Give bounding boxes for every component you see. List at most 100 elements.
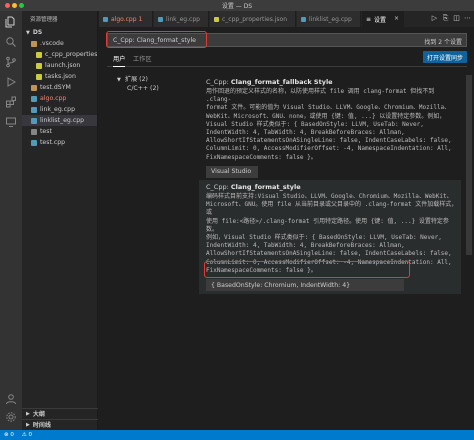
toc-extensions[interactable]: ▼ 扩展 (2): [117, 74, 148, 83]
setting-name: Clang_format_fallback Style: [230, 78, 333, 86]
file-tree-item[interactable]: c_cpp_properties.json: [22, 49, 97, 60]
account-icon[interactable]: [3, 391, 19, 407]
file-tree-label: test.cpp: [40, 139, 66, 146]
setting-title: C_Cpp: Clang_format_fallback Style: [206, 78, 458, 86]
cpp-file-icon: [103, 16, 108, 22]
settings-scope-bar: 用户 工作区 打开设置同步: [107, 51, 467, 67]
file-tree-item[interactable]: algo.cpp: [22, 93, 97, 104]
setting-name: Clang_format_style: [230, 183, 301, 191]
workspace-folder[interactable]: ▼ DS: [22, 27, 97, 38]
file-file-icon: [31, 128, 37, 135]
json-file-icon: [36, 51, 42, 58]
file-tree-label: test: [40, 128, 52, 135]
fallback-style-input[interactable]: Visual Studio: [206, 165, 258, 178]
tab-settings[interactable]: ≡ 设置 ×: [362, 11, 404, 27]
editor-tab-bar: algo.cpp 1 link_eg.cpp c_cpp_properties.…: [99, 11, 474, 27]
cpp-file-icon: [31, 117, 37, 124]
cpp-file-icon: [31, 139, 37, 146]
errors-status[interactable]: ⊗ 0: [4, 432, 14, 438]
cpp-file-icon: [301, 16, 306, 22]
toc-cpp[interactable]: C/C++ (2): [127, 85, 159, 92]
files-icon[interactable]: [3, 14, 19, 30]
split-editor-icon[interactable]: ◫: [453, 14, 460, 23]
close-tab-icon[interactable]: ×: [394, 15, 399, 22]
warnings-status[interactable]: ⚠ 0: [22, 432, 32, 438]
chevron-right-icon: ▶: [26, 421, 30, 428]
file-tree-label: .vscode: [40, 40, 64, 47]
activity-bar: [0, 11, 22, 430]
search-icon[interactable]: [3, 34, 19, 50]
explorer-header: 资源管理器: [30, 17, 58, 23]
file-tree-label: tasks.json: [45, 73, 76, 80]
run-debug-icon[interactable]: [3, 74, 19, 90]
file-tree-item[interactable]: test: [22, 126, 97, 137]
file-tree-label: test.dSYM: [40, 84, 71, 91]
cpp-file-icon: [31, 95, 37, 102]
file-tree-item[interactable]: link_eg.cpp: [22, 104, 97, 115]
manage-gear-icon[interactable]: [3, 409, 19, 425]
search-highlight-box: [106, 31, 207, 48]
chevron-down-icon: ▼: [117, 77, 121, 83]
source-control-icon[interactable]: [3, 54, 19, 70]
setting-clang-format-fallback-style: C_Cpp: Clang_format_fallback Style 用作回退的…: [199, 75, 461, 181]
tab-label: link_eg.cpp: [166, 15, 200, 23]
file-tree-label: c_cpp_properties.json: [45, 51, 97, 58]
folder-file-icon: [31, 40, 37, 47]
status-bar: ⊗ 0 ⚠ 0: [0, 430, 474, 440]
extensions-icon[interactable]: [3, 94, 19, 110]
tab-c-cpp-properties-json[interactable]: c_cpp_properties.json: [210, 11, 296, 27]
chevron-right-icon: ▶: [26, 410, 30, 417]
tab-user-settings[interactable]: 用户: [113, 54, 126, 67]
chevron-down-icon: ▼: [26, 29, 30, 36]
file-tree-item[interactable]: test.dSYM: [22, 82, 97, 93]
toc-cpp-label: C/C++ (2): [127, 85, 159, 92]
file-tree-label: link_eg.cpp: [40, 106, 75, 113]
run-icon[interactable]: ▷: [431, 14, 438, 23]
outline-section[interactable]: ▶ 大纲: [22, 408, 98, 418]
json-file-icon: [36, 73, 42, 80]
folder-file-icon: [31, 84, 37, 91]
clang-format-style-input[interactable]: { BasedOnStyle: Chromium, IndentWidth: 4…: [206, 279, 404, 292]
value-highlight-box: [204, 261, 410, 278]
tab-workspace-settings[interactable]: 工作区: [133, 54, 152, 66]
file-tree-item[interactable]: tasks.json: [22, 71, 97, 82]
file-tree-item[interactable]: linklist_eg.cpp: [22, 115, 97, 126]
file-tree-label: linklist_eg.cpp: [40, 117, 85, 124]
tab-label: 设置: [374, 16, 387, 24]
file-tree-label: launch.json: [45, 62, 81, 69]
settings-sync-button[interactable]: 打开设置同步: [422, 51, 467, 63]
window-title: 设置 — DS: [221, 3, 253, 10]
tab-algo-cpp[interactable]: algo.cpp 1: [99, 11, 153, 27]
outline-label: 大纲: [32, 411, 45, 418]
timeline-label: 时间线: [32, 422, 51, 429]
setting-title: C_Cpp: Clang_format_style: [206, 183, 458, 191]
json-file-icon: [36, 62, 42, 69]
tab-linklist-eg-cpp[interactable]: linklist_eg.cpp: [297, 11, 361, 27]
explorer-sidebar: 资源管理器 ▼ DS .vscode c_cpp_properties.jsonl…: [22, 11, 98, 430]
tab-label: algo.cpp 1: [111, 15, 143, 23]
tab-label: c_cpp_properties.json: [222, 15, 288, 23]
file-tree-item[interactable]: launch.json: [22, 60, 97, 71]
file-tree-item[interactable]: test.cpp: [22, 137, 97, 148]
editor-actions: ▷ ⎘ ◫ ⋯: [431, 14, 471, 23]
cpp-file-icon: [31, 106, 37, 113]
file-tree: .vscode c_cpp_properties.json launch.json t…: [22, 38, 97, 148]
title-bar: 设置 — DS: [0, 0, 474, 11]
cpp-file-icon: [158, 16, 163, 22]
open-json-icon[interactable]: ⎘: [442, 14, 449, 23]
toc-extensions-label: 扩展 (2): [124, 76, 148, 83]
settings-scrollbar[interactable]: [466, 75, 472, 255]
search-result-count: 找到 2 个设置: [424, 39, 462, 46]
more-actions-icon[interactable]: ⋯: [464, 14, 471, 23]
setting-description: 用作回退的预定义样式的名称，以防使用样式 file 调用 clang-forma…: [206, 88, 452, 161]
json-file-icon: [214, 16, 219, 22]
setting-category: C_Cpp:: [206, 183, 231, 191]
workspace-folder-label: DS: [32, 29, 43, 36]
tab-link-eg-cpp[interactable]: link_eg.cpp: [154, 11, 209, 27]
tab-label: linklist_eg.cpp: [309, 15, 352, 23]
remote-icon[interactable]: [3, 114, 19, 130]
timeline-section[interactable]: ▶ 时间线: [22, 419, 98, 429]
file-tree-item[interactable]: .vscode: [22, 38, 97, 49]
settings-icon: ≡: [366, 15, 372, 23]
setting-category: C_Cpp:: [206, 78, 231, 86]
